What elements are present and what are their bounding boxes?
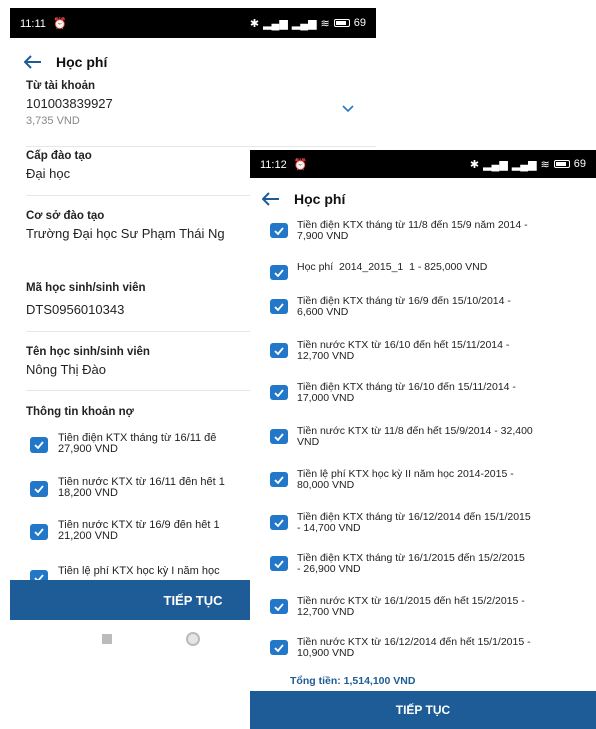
- alarm-icon: ⏰: [52, 17, 67, 30]
- debt-item[interactable]: Tiền điện KTX tháng từ 11/8 đến 15/9 năm…: [270, 220, 594, 241]
- header: Học phí: [10, 48, 107, 76]
- debt-section-title: Thông tin khoản nợ: [26, 406, 134, 418]
- campus-field: Cơ sở đào tạo Trường Đại học Sư Phạm Thá…: [26, 210, 225, 241]
- checkbox-checked-icon[interactable]: [270, 299, 288, 314]
- header: Học phí: [250, 186, 345, 212]
- bluetooth-icon: ✱: [249, 17, 260, 30]
- student-name-field: Tên học sinh/sinh viên Nông Thị Đào: [26, 346, 150, 377]
- checkbox-checked-icon[interactable]: [270, 472, 288, 487]
- wifi-icon: ≋: [320, 17, 330, 30]
- status-bar: 11:11 ⏰ ✱ ▂▄▆ ▂▄▆ ≋ 69: [10, 8, 376, 38]
- battery-level: 69: [353, 17, 366, 29]
- debt-section: Thông tin khoản nợ: [26, 406, 134, 418]
- debt-item-text: Tiền nước KTX từ 16/10 đến hết 15/11/201…: [297, 339, 510, 362]
- alarm-icon: ⏰: [293, 158, 308, 171]
- debt-item[interactable]: Tiền nước KTX từ 16/10 đến hết 15/11/201…: [270, 340, 594, 361]
- checkbox-checked-icon[interactable]: [270, 515, 288, 530]
- debt-item[interactable]: Tiền điện KTX tháng từ 16/12/2014 đến 15…: [270, 512, 594, 533]
- status-time: 11:12 ⏰: [260, 158, 308, 171]
- campus-label: Cơ sở đào tạo: [26, 210, 105, 222]
- debt-item-text: Tiền điện KTX tháng từ 16/11 đế 27,900 V…: [58, 433, 217, 455]
- account-number: 101003839927: [26, 96, 113, 111]
- checkbox-checked-icon[interactable]: [270, 640, 288, 655]
- checkbox-checked-icon[interactable]: [270, 265, 288, 280]
- continue-button[interactable]: TIẾP TỤC: [250, 691, 596, 729]
- campus-value: Trường Đại học Sư Phạm Thái Ng: [26, 226, 225, 241]
- wifi-icon: ≋: [540, 158, 550, 171]
- page-title: Học phí: [294, 191, 346, 207]
- debt-item[interactable]: Tiền nước KTX từ 16/1/2015 đến hết 15/2/…: [270, 596, 594, 617]
- debt-item-text: Tiền lệ phí KTX học kỳ I năm học: [58, 566, 220, 577]
- battery-level: 69: [573, 158, 586, 170]
- signal-icon-2: ▂▄▆: [291, 17, 317, 30]
- debt-item-text: Tiền điện KTX tháng từ 16/12/2014 đến 15…: [297, 511, 531, 534]
- student-id-value: DTS0956010343: [26, 302, 125, 317]
- debt-item[interactable]: Học phí 2014_2015_1 1 - 825,000 VND: [270, 262, 594, 280]
- debt-item-text: Tiền nước KTX từ 16/11 đến hết 1 18,200 …: [58, 477, 225, 499]
- debt-item[interactable]: Tiền điện KTX tháng từ 16/10 đến 15/11/2…: [270, 382, 594, 403]
- student-id-field: Mã học sinh/sinh viên DTS0956010343: [26, 282, 146, 317]
- checkbox-checked-icon[interactable]: [30, 437, 48, 453]
- student-name-value: Nông Thị Đào: [26, 362, 106, 377]
- checkbox-checked-icon[interactable]: [270, 556, 288, 571]
- debt-item-text: Tiền lệ phí KTX học kỳ II năm học 2014-2…: [297, 468, 514, 491]
- status-icons: ✱ ▂▄▆ ▂▄▆ ≋ 69: [250, 17, 366, 30]
- student-id-label: Mã học sinh/sinh viên: [26, 282, 146, 294]
- debt-item-text: Tiền điện KTX tháng từ 11/8 đến 15/9 năm…: [297, 219, 528, 242]
- total-amount: Tổng tiền: 1,514,100 VND: [290, 675, 416, 687]
- phone-screen-right: 11:12 ⏰ ✱ ▂▄▆ ▂▄▆ ≋ 69 Học phí Tiền điện…: [250, 150, 596, 729]
- debt-item-text: Tiền điện KTX tháng từ 16/9 đến 15/10/20…: [297, 295, 511, 318]
- signal-icon: ▂▄▆: [483, 158, 508, 171]
- signal-icon: ▂▄▆: [263, 17, 288, 30]
- student-name-label: Tên học sinh/sinh viên: [26, 346, 150, 358]
- checkbox-checked-icon[interactable]: [270, 223, 288, 238]
- debt-item[interactable]: Tiền lệ phí KTX học kỳ II năm học 2014-2…: [270, 469, 594, 490]
- level-field: Cấp đào tạo Đại học: [26, 150, 92, 181]
- checkbox-checked-icon[interactable]: [270, 429, 288, 444]
- debt-item-text: Tiền nước KTX từ 16/1/2015 đến hết 15/2/…: [297, 595, 525, 618]
- page-title: Học phí: [56, 54, 108, 70]
- status-icons: ✱ ▂▄▆ ▂▄▆ ≋ 69: [470, 158, 586, 171]
- level-value: Đại học: [26, 166, 71, 181]
- debt-item[interactable]: Tiền nước KTX từ 11/8 đến hết 15/9/2014 …: [270, 426, 594, 447]
- back-arrow-icon[interactable]: [262, 188, 284, 210]
- level-label: Cấp đào tạo: [26, 150, 92, 162]
- debt-item-text: Tiền nước KTX từ 11/8 đến hết 15/9/2014 …: [297, 425, 533, 448]
- battery-icon: [333, 19, 350, 27]
- divider: [26, 146, 376, 147]
- account-label: Từ tài khoản: [26, 80, 96, 92]
- debt-item-text: Học phí 2014_2015_1 1 - 825,000 VND: [297, 261, 488, 273]
- debt-item[interactable]: Tiền điện KTX tháng từ 16/9 đến 15/10/20…: [270, 296, 594, 317]
- chevron-down-icon[interactable]: [342, 100, 354, 113]
- debt-item-text: Tiền nước KTX từ 16/12/2014 đến hết 15/1…: [297, 636, 531, 659]
- checkbox-checked-icon[interactable]: [30, 524, 48, 540]
- account-field[interactable]: Từ tài khoản 101003839927 3,735 VND: [26, 80, 113, 127]
- debt-item-text: Tiền nước KTX từ 16/9 đến hết 1 21,200 V…: [58, 520, 220, 542]
- home-icon[interactable]: [186, 632, 200, 646]
- back-arrow-icon[interactable]: [24, 51, 46, 73]
- status-bar: 11:12 ⏰ ✱ ▂▄▆ ▂▄▆ ≋ 69: [250, 150, 596, 178]
- account-balance: 3,735 VND: [26, 115, 80, 127]
- debt-item[interactable]: Tiền nước KTX từ 16/12/2014 đến hết 15/1…: [270, 637, 594, 658]
- checkbox-checked-icon[interactable]: [30, 481, 48, 497]
- checkbox-checked-icon[interactable]: [270, 343, 288, 358]
- bluetooth-icon: ✱: [469, 158, 480, 171]
- checkbox-checked-icon[interactable]: [270, 385, 288, 400]
- status-time: 11:11 ⏰: [20, 17, 67, 30]
- signal-icon-2: ▂▄▆: [511, 158, 537, 171]
- debt-item[interactable]: Tiền điện KTX tháng từ 16/1/2015 đến 15/…: [270, 553, 594, 574]
- app-content: Học phí Tiền điện KTX tháng từ 11/8 đến …: [250, 178, 596, 729]
- battery-icon: [553, 160, 570, 168]
- recent-apps-icon[interactable]: [102, 634, 112, 644]
- debt-item-text: Tiền điện KTX tháng từ 16/10 đến 15/11/2…: [297, 381, 516, 404]
- debt-item-text: Tiền điện KTX tháng từ 16/1/2015 đến 15/…: [297, 552, 525, 575]
- checkbox-checked-icon[interactable]: [270, 599, 288, 614]
